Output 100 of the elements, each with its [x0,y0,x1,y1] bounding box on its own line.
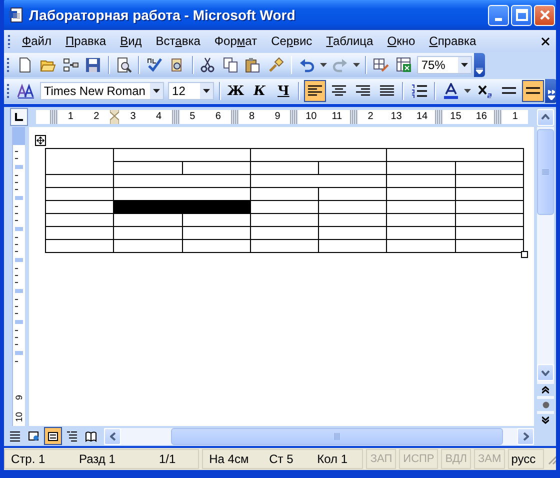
next-page-button[interactable] [537,414,554,426]
menu-item[interactable]: Формат [207,34,264,48]
ruler-number: 10 [306,112,317,122]
close-button[interactable] [534,4,555,26]
table-cell[interactable] [182,226,250,240]
table-cell[interactable] [46,214,114,226]
italic-button[interactable]: К [248,80,270,102]
menu-item[interactable]: Окно [380,34,422,48]
table-cell[interactable] [455,174,524,188]
column-marker[interactable] [231,110,239,124]
table-cell[interactable] [455,214,524,226]
table-cell[interactable] [455,240,524,252]
border-button[interactable] [522,80,544,102]
table-cell[interactable] [114,162,182,174]
table-cell[interactable] [182,162,250,174]
table-cell[interactable] [250,162,319,174]
menu-item[interactable]: Сервис [264,34,320,48]
status-text: 1/1 [158,452,176,466]
column-marker[interactable] [290,110,298,124]
table-cell[interactable] [318,188,387,200]
table-resize-handle[interactable] [521,251,528,258]
align-left-button[interactable] [304,80,326,102]
scroll-down-button[interactable] [537,364,554,381]
table-cell[interactable] [386,148,524,162]
table-cell[interactable] [318,240,387,252]
scroll-thumb[interactable] [537,129,554,215]
print-layout-button[interactable] [44,427,62,445]
table-cell[interactable] [250,200,319,214]
table-cell[interactable] [46,200,114,214]
table-cell[interactable] [455,162,524,174]
table-cell[interactable] [250,240,319,252]
table-cell[interactable] [114,226,182,240]
previous-page-button[interactable] [537,384,554,396]
table-cell[interactable] [386,188,456,200]
column-marker[interactable] [494,110,502,124]
table-cell[interactable] [46,226,114,240]
table-cell[interactable] [250,148,387,162]
browse-object-button[interactable] [537,399,554,411]
table-cell[interactable] [114,240,182,252]
table-cell[interactable] [182,214,250,226]
dropdown-arrow-icon[interactable] [353,63,360,67]
minimize-button[interactable] [488,4,509,26]
maximize-button[interactable] [511,4,532,26]
scroll-thumb[interactable] [171,428,503,444]
table-cell[interactable] [455,226,524,240]
menu-item[interactable]: Вставка [148,34,208,48]
column-marker[interactable] [434,110,443,124]
align-center-icon [332,85,346,97]
table-cell[interactable] [455,188,524,200]
scroll-left-button[interactable] [104,428,121,444]
table-cell[interactable] [455,200,524,214]
column-marker[interactable] [50,110,58,124]
table-cell[interactable] [46,148,114,174]
close-icon[interactable] [541,36,550,46]
ruler-number: 8 [249,112,255,122]
scroll-up-button[interactable] [537,108,554,126]
font-size-dropdown[interactable]: 12 [168,82,214,100]
menu-item[interactable]: Вид [113,34,149,48]
table-cell[interactable] [46,188,114,200]
table-cell[interactable] [46,240,114,252]
table-cell[interactable] [46,174,114,188]
column-marker[interactable] [350,110,358,124]
toolbar-options-button[interactable] [474,53,485,77]
scroll-right-button[interactable] [517,428,534,444]
table-cell[interactable] [250,174,387,188]
table-move-handle-icon[interactable] [35,135,46,146]
close-icon [538,9,550,21]
font-dropdown[interactable]: Times New Roman [40,82,164,100]
table-cell[interactable] [386,200,456,214]
underline-button[interactable]: Ч [272,80,294,102]
table-cell[interactable] [182,240,250,252]
zoom-dropdown[interactable]: 75% [417,56,472,74]
table-cell[interactable] [386,240,456,252]
table-cell[interactable] [318,226,387,240]
menu-item[interactable]: Таблица [319,34,380,48]
bold-button[interactable]: Ж [224,80,247,102]
table-cell[interactable] [386,174,456,188]
table-cell[interactable] [250,214,319,226]
table-cell[interactable] [386,214,456,226]
tab-selector-button[interactable] [10,108,28,126]
table-cell[interactable] [386,226,456,240]
table-cell[interactable] [114,148,250,162]
dropdown-arrow-icon[interactable] [320,63,327,67]
dropdown-arrow-icon[interactable] [464,89,472,93]
table-cell[interactable] [250,188,319,200]
column-marker[interactable] [172,110,180,124]
selected-table-cell[interactable] [114,200,250,214]
menu-item[interactable]: Правка [58,34,114,48]
table-cell[interactable] [114,214,182,226]
table-cell[interactable] [318,214,387,226]
indent-marker[interactable] [110,110,120,124]
table-cell[interactable] [250,226,319,240]
table-cell[interactable] [318,200,387,214]
table-cell[interactable] [318,162,387,174]
menu-item[interactable]: Справка [422,34,484,48]
menu-item[interactable]: Файл [15,34,59,48]
resize-grip-icon [547,454,556,464]
toolbar-options-button[interactable] [545,79,556,103]
table-cell[interactable] [386,162,456,174]
table-cell[interactable] [114,174,250,188]
